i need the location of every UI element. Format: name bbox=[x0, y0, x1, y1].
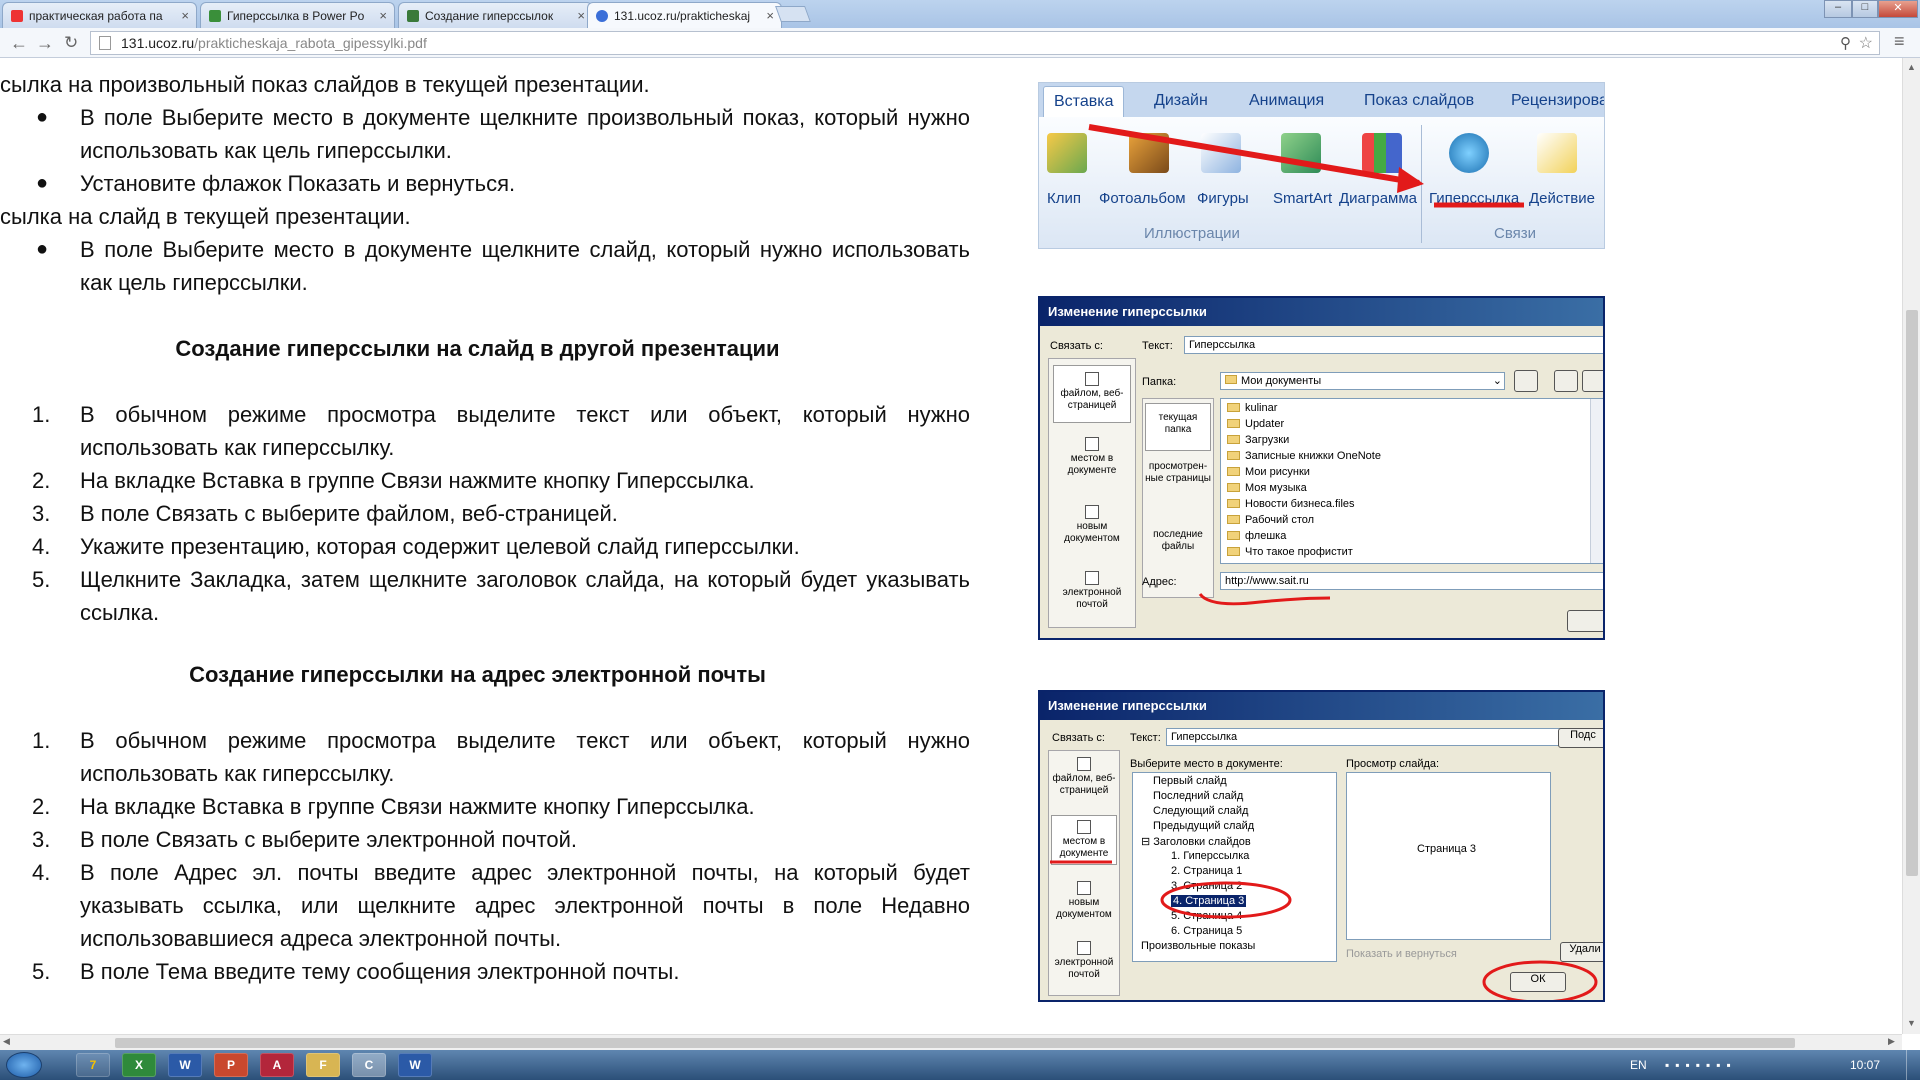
show-desktop-button[interactable] bbox=[1906, 1050, 1920, 1080]
scroll-up-icon[interactable]: ▲ bbox=[1907, 62, 1916, 72]
globe-icon bbox=[596, 10, 608, 22]
list-item: В поле Связать с выберите файлом, веб-ст… bbox=[80, 501, 618, 526]
list-number: 1. bbox=[32, 728, 51, 753]
scrollbar-thumb[interactable] bbox=[1906, 310, 1918, 876]
tab-title: Гиперссылка в Power Po bbox=[227, 9, 365, 23]
list-number: 4. bbox=[32, 534, 51, 559]
bullet: ● bbox=[36, 238, 49, 260]
close-icon[interactable]: × bbox=[766, 8, 774, 23]
list-item: Установите флажок Показать и вернуться. bbox=[80, 171, 516, 196]
browser-tab[interactable]: практическая работа па × bbox=[2, 2, 197, 28]
red-underline-annotation bbox=[1198, 592, 1331, 606]
scroll-right-icon[interactable]: ▶ bbox=[1888, 1036, 1895, 1047]
list-item: В поле Выберите место в документе щелкни… bbox=[80, 237, 970, 295]
taskbar-app[interactable]: C bbox=[352, 1053, 386, 1077]
taskbar-app[interactable]: X bbox=[122, 1053, 156, 1077]
list-number: 5. bbox=[32, 567, 51, 592]
close-icon[interactable]: × bbox=[577, 8, 585, 23]
close-window-button[interactable]: ✕ bbox=[1878, 0, 1918, 18]
minimize-button[interactable]: – bbox=[1824, 0, 1852, 18]
page-icon bbox=[407, 10, 419, 22]
yandex-icon bbox=[11, 10, 23, 22]
ok-button bbox=[1567, 610, 1603, 632]
taskbar-app[interactable]: P bbox=[214, 1053, 248, 1077]
list-number: 3. bbox=[32, 827, 51, 852]
red-circle-annotation bbox=[1050, 860, 1598, 1000]
start-button[interactable] bbox=[6, 1052, 42, 1078]
horizontal-scrollbar[interactable]: ◀ ▶ bbox=[0, 1034, 1902, 1050]
list-item: В обычном режиме просмотра выделите текс… bbox=[80, 728, 970, 786]
scrollbar-thumb[interactable] bbox=[115, 1038, 1795, 1048]
tab-title: 131.ucoz.ru/prakticheskaj bbox=[614, 9, 751, 23]
list-number: 2. bbox=[32, 794, 51, 819]
list-item: В поле Тема введите тему сообщения элект… bbox=[80, 959, 680, 984]
browser-tab-strip: практическая работа па × Гиперссылка в Po… bbox=[0, 0, 1920, 29]
forward-icon[interactable]: → bbox=[36, 33, 54, 54]
tab-title: Создание гиперссылок bbox=[425, 9, 554, 23]
tab-title: практическая работа па bbox=[29, 9, 163, 23]
star-icon[interactable]: ☆ bbox=[1859, 33, 1873, 53]
paragraph: сылка на слайд в текущей презентации. bbox=[0, 204, 411, 229]
url-path: /prakticheskaja_rabota_gipessylki.pdf bbox=[194, 35, 427, 51]
clock[interactable]: 10:07 bbox=[1850, 1058, 1880, 1072]
browser-tab[interactable]: Создание гиперссылок × bbox=[398, 2, 593, 28]
list-number: 5. bbox=[32, 959, 51, 984]
list-item: В обычном режиме просмотра выделите текс… bbox=[80, 402, 970, 460]
paragraph: сылка на произвольный показ слайдов в те… bbox=[0, 72, 650, 97]
list-item: Укажите презентацию, которая содержит це… bbox=[80, 534, 800, 559]
page-icon bbox=[99, 36, 111, 50]
maximize-button[interactable]: □ bbox=[1852, 0, 1878, 18]
menu-icon[interactable]: ≡ bbox=[1894, 31, 1905, 52]
taskbar-app[interactable]: W bbox=[398, 1053, 432, 1077]
list-number: 3. bbox=[32, 501, 51, 526]
list-number: 2. bbox=[32, 468, 51, 493]
section-heading: Создание гиперссылки на адрес электронно… bbox=[189, 662, 766, 687]
list-item: На вкладке Вставка в группе Связи нажмит… bbox=[80, 794, 755, 819]
taskbar-app[interactable]: W bbox=[168, 1053, 202, 1077]
bullet: ● bbox=[36, 106, 49, 128]
vertical-scrollbar[interactable]: ▲ ▼ bbox=[1902, 58, 1920, 1034]
back-icon[interactable]: ← bbox=[10, 33, 28, 54]
list-number: 4. bbox=[32, 860, 51, 885]
browser-tab[interactable]: Гиперссылка в Power Po × bbox=[200, 2, 395, 28]
close-icon[interactable]: × bbox=[181, 8, 189, 23]
scroll-down-icon[interactable]: ▼ bbox=[1907, 1018, 1916, 1028]
ribbon-screenshot: Вставка Дизайн Анимация Показ слайдов Ре… bbox=[1038, 82, 1605, 249]
browser-toolbar: ← → ↻ 131.ucoz.ru/prakticheskaja_rabota_… bbox=[0, 28, 1920, 58]
address-bar[interactable]: 131.ucoz.ru/prakticheskaja_rabota_gipess… bbox=[90, 31, 1880, 55]
language-indicator[interactable]: EN bbox=[1630, 1058, 1647, 1072]
hyperlink-dialog-place: Изменение гиперссылки Связать с: Текст: … bbox=[1038, 690, 1605, 1002]
red-arrow-annotation bbox=[1088, 124, 1524, 208]
url-host: 131.ucoz.ru bbox=[121, 35, 195, 51]
scroll-left-icon[interactable]: ◀ bbox=[3, 1036, 10, 1047]
taskbar-app[interactable]: 7 bbox=[76, 1053, 110, 1077]
taskbar-app[interactable]: F bbox=[306, 1053, 340, 1077]
browser-tab-active[interactable]: 131.ucoz.ru/prakticheskaj × bbox=[587, 2, 782, 29]
zoom-icon[interactable]: ⚲ bbox=[1840, 34, 1851, 52]
list-number: 1. bbox=[32, 402, 51, 427]
tray-icons: ▪▪▪▪▪▪▪ bbox=[1665, 1058, 1737, 1072]
section-heading: Создание гиперссылки на слайд в другой п… bbox=[175, 336, 780, 361]
list-item: В поле Связать с выберите электронной по… bbox=[80, 827, 578, 852]
pdf-page: сылка на произвольный показ слайдов в те… bbox=[0, 58, 1902, 1034]
list-item: На вкладке Вставка в группе Связи нажмит… bbox=[80, 468, 755, 493]
bullet: ● bbox=[36, 172, 49, 194]
taskbar-app[interactable]: A bbox=[260, 1053, 294, 1077]
list-item: Щелкните Закладка, затем щелкните заголо… bbox=[80, 567, 970, 625]
new-tab-button[interactable] bbox=[775, 6, 811, 22]
list-item: В поле Адрес эл. почты введите адрес эле… bbox=[80, 860, 970, 951]
reload-icon[interactable]: ↻ bbox=[64, 33, 78, 53]
close-icon[interactable]: × bbox=[379, 8, 387, 23]
taskbar: 7 X W P A F C W EN ▪▪▪▪▪▪▪ 10:07 bbox=[0, 1050, 1920, 1080]
globe-icon bbox=[209, 10, 221, 22]
list-item: В поле Выберите место в документе щелкни… bbox=[80, 105, 970, 163]
hyperlink-dialog-file: Изменение гиперссылки Связать с: Текст: … bbox=[1038, 296, 1605, 640]
